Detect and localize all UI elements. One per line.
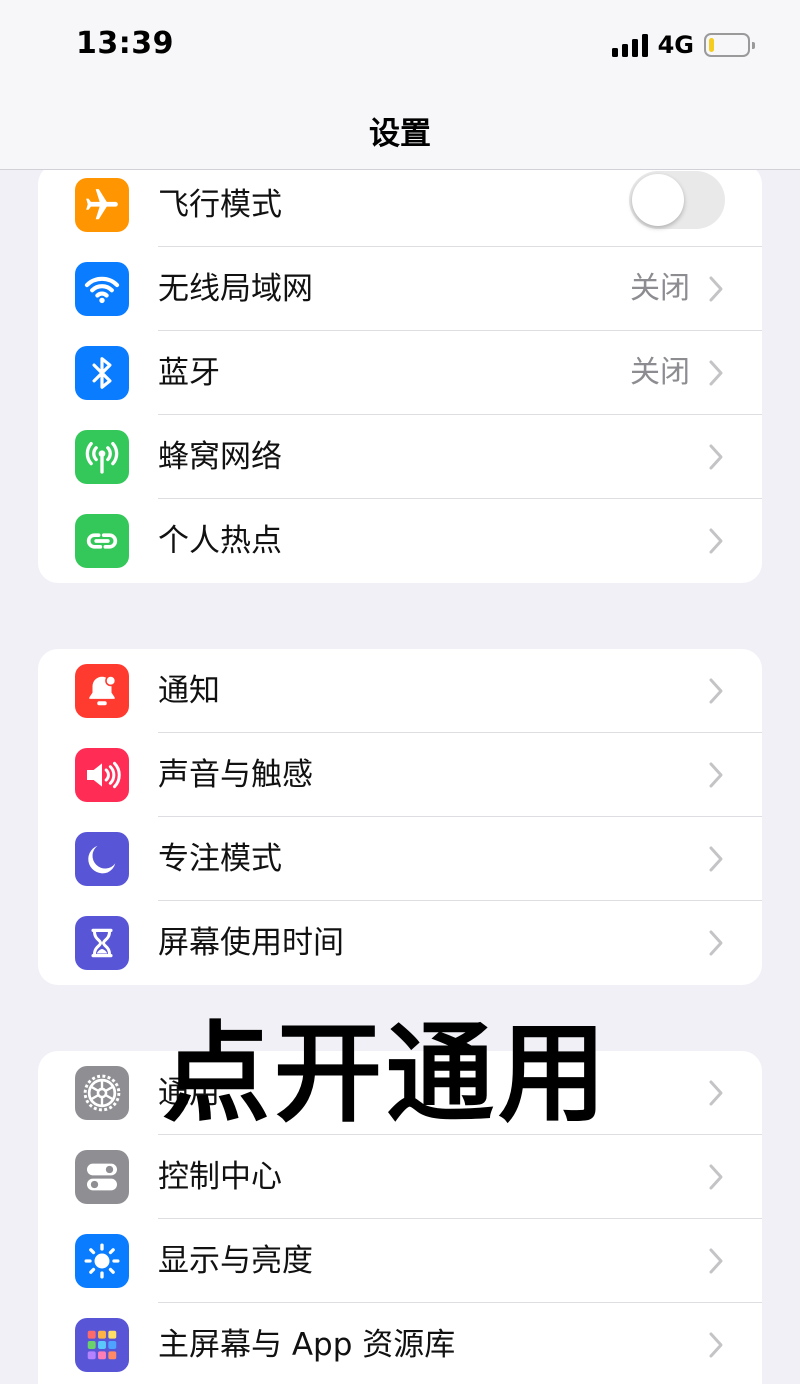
settings-row-label: 飞行模式 (158, 187, 282, 223)
switches-icon (75, 1150, 129, 1204)
cellular-icon (75, 430, 129, 484)
settings-row-sounds[interactable]: 声音与触感 (38, 733, 762, 817)
network-type: 4G (657, 31, 694, 59)
chevron-right-icon (709, 1080, 723, 1106)
settings-row-label: 专注模式 (158, 841, 282, 877)
moon-icon (75, 832, 129, 886)
settings-row-home-screen[interactable]: 主屏幕与 App 资源库 (38, 1303, 762, 1384)
settings-row-label: 声音与触感 (158, 757, 313, 793)
settings-row-label: 无线局域网 (158, 271, 313, 307)
bluetooth-status-value: 关闭 (630, 355, 690, 390)
airplane-mode-toggle[interactable] (629, 171, 725, 229)
settings-row-bluetooth[interactable]: 蓝牙 关闭 (38, 331, 762, 415)
settings-row-label: 主屏幕与 App 资源库 (158, 1327, 456, 1363)
wifi-status-value: 关闭 (630, 271, 690, 306)
battery-fill (709, 38, 714, 52)
settings-group-notifications: 通知 声音与触感 专注模式 屏幕使用时间 (38, 649, 762, 985)
sun-icon (75, 1234, 129, 1288)
settings-row-label: 显示与亮度 (158, 1243, 313, 1279)
chevron-right-icon (709, 1248, 723, 1274)
top-bar: 13:39 4G 设置 (0, 0, 800, 170)
toggle-knob (632, 174, 684, 226)
chevron-right-icon (709, 276, 723, 302)
settings-row-label: 蓝牙 (158, 355, 220, 391)
settings-screen: 13:39 4G 设置 飞行模式 无线局域网 关闭 蓝牙 关闭 蜂窝网络 个人热… (0, 0, 800, 1384)
settings-row-label: 通知 (158, 673, 220, 709)
chevron-right-icon (709, 1164, 723, 1190)
settings-row-screen-time[interactable]: 屏幕使用时间 (38, 901, 762, 985)
settings-row-hotspot[interactable]: 个人热点 (38, 499, 762, 583)
settings-row-display-brightness[interactable]: 显示与亮度 (38, 1219, 762, 1303)
bell-icon (75, 664, 129, 718)
speaker-icon (75, 748, 129, 802)
settings-row-label: 控制中心 (158, 1159, 282, 1195)
hotspot-icon (75, 514, 129, 568)
bluetooth-icon (75, 346, 129, 400)
gear-icon (75, 1066, 129, 1120)
settings-row-label: 屏幕使用时间 (158, 925, 344, 961)
status-time: 13:39 (76, 26, 174, 61)
chevron-right-icon (709, 444, 723, 470)
settings-row-control-center[interactable]: 控制中心 (38, 1135, 762, 1219)
settings-row-notifications[interactable]: 通知 (38, 649, 762, 733)
settings-row-cellular[interactable]: 蜂窝网络 (38, 415, 762, 499)
chevron-right-icon (709, 762, 723, 788)
settings-row-wifi[interactable]: 无线局域网 关闭 (38, 247, 762, 331)
chevron-right-icon (709, 528, 723, 554)
page-title: 设置 (369, 116, 431, 152)
airplane-icon (75, 178, 129, 232)
status-indicators: 4G (611, 30, 755, 60)
signal-strength-icon (611, 33, 648, 57)
settings-row-focus[interactable]: 专注模式 (38, 817, 762, 901)
settings-row-airplane-mode[interactable]: 飞行模式 (38, 164, 762, 247)
wifi-icon (75, 262, 129, 316)
chevron-right-icon (709, 678, 723, 704)
chevron-right-icon (709, 846, 723, 872)
battery-icon (704, 33, 755, 57)
chevron-right-icon (709, 930, 723, 956)
overlay-instruction-text: 点开通用 (162, 1012, 611, 1137)
chevron-right-icon (709, 360, 723, 386)
settings-row-label: 个人热点 (158, 523, 282, 559)
hourglass-icon (75, 916, 129, 970)
settings-row-label: 蜂窝网络 (158, 439, 282, 475)
settings-group-connectivity: 飞行模式 无线局域网 关闭 蓝牙 关闭 蜂窝网络 个人热点 (38, 164, 762, 583)
battery-cap (752, 42, 755, 49)
chevron-right-icon (709, 1332, 723, 1358)
app-grid-icon (75, 1318, 129, 1372)
